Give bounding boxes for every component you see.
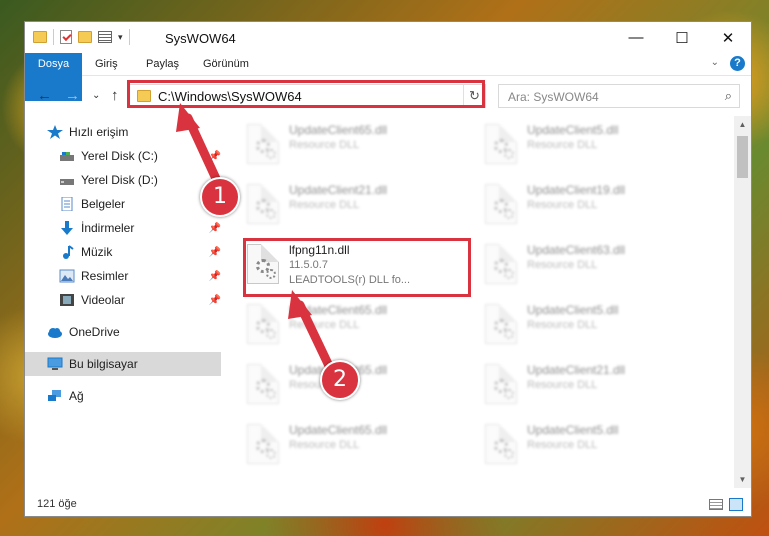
- step-1-badge: 1: [200, 177, 240, 217]
- annotation-arrows: [176, 103, 335, 373]
- arrow-2-head-icon: [288, 290, 312, 319]
- step-2-badge: 2: [320, 360, 360, 400]
- arrow-1-head-icon: [176, 103, 200, 132]
